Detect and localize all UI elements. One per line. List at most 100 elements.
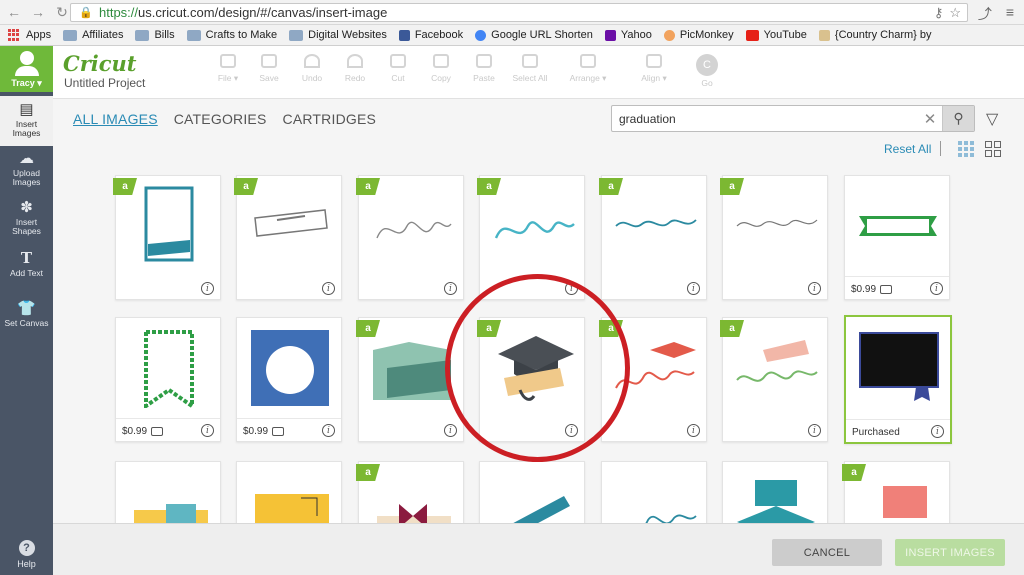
bookmark-affiliates[interactable]: Affiliates <box>63 29 123 41</box>
image-card[interactable]: a i <box>234 175 342 300</box>
sidebar-item-insert-shapes[interactable]: ✽ Insert Shapes <box>0 199 53 245</box>
image-card[interactable] <box>115 461 221 523</box>
bookmark-youtube[interactable]: YouTube <box>745 29 807 41</box>
info-icon[interactable]: i <box>444 424 457 437</box>
tab-all-images[interactable]: ALL IMAGES <box>73 111 158 127</box>
image-card[interactable] <box>479 461 585 523</box>
align-menu[interactable]: Align ▾ <box>631 54 677 84</box>
redo-button[interactable]: Redo <box>335 54 375 83</box>
info-icon[interactable]: i <box>687 282 700 295</box>
sidebar-item-set-canvas[interactable]: 👕 Set Canvas <box>0 300 53 340</box>
image-card[interactable]: a i <box>356 175 464 300</box>
insert-images-button[interactable]: INSERT IMAGES <box>895 539 1005 566</box>
large-grid-icon[interactable] <box>985 141 1001 157</box>
filter-icon[interactable]: ▽ <box>986 109 998 129</box>
info-icon[interactable]: i <box>565 282 578 295</box>
yahoo-icon <box>604 29 616 41</box>
cancel-button[interactable]: CANCEL <box>772 539 882 566</box>
tab-categories[interactable]: CATEGORIES <box>174 111 267 127</box>
image-card[interactable]: a <box>842 461 950 523</box>
price-label: $0.99 <box>243 426 285 437</box>
star-icon[interactable]: ☆ <box>949 5 961 21</box>
info-icon[interactable]: i <box>808 282 821 295</box>
clear-icon[interactable]: ✕ <box>918 110 942 128</box>
align-icon <box>646 54 662 68</box>
reset-all-link[interactable]: Reset All <box>884 142 931 156</box>
bookmark-digital[interactable]: Digital Websites <box>289 29 387 41</box>
copy-button[interactable]: Copy <box>421 54 461 83</box>
file-menu[interactable]: File ▾ <box>208 54 248 84</box>
search-button[interactable]: ⚲ <box>942 106 974 131</box>
info-icon[interactable]: i <box>565 424 578 437</box>
back-icon[interactable]: ← <box>4 2 24 22</box>
tab-cartridges[interactable]: CARTRIDGES <box>283 111 377 127</box>
bookmark-google[interactable]: Google URL Shorten <box>475 29 593 41</box>
did-it-banner-image <box>254 209 328 237</box>
image-card[interactable]: $0.99 i <box>115 317 221 442</box>
image-card[interactable]: a i <box>477 175 585 300</box>
image-card[interactable]: a i <box>599 175 707 300</box>
bookmark-apps[interactable]: Apps <box>8 28 51 42</box>
bookmark-yahoo[interactable]: Yahoo <box>604 29 652 41</box>
save-button[interactable]: Save <box>249 54 289 83</box>
bookmark-picmonkey[interactable]: PicMonkey <box>663 29 734 41</box>
info-icon[interactable]: i <box>931 425 944 438</box>
search-input[interactable]: graduation <box>619 112 918 126</box>
bookmark-crafts[interactable]: Crafts to Make <box>186 29 277 41</box>
bookmark-bills[interactable]: Bills <box>135 29 175 41</box>
undo-button[interactable]: Undo <box>292 54 332 83</box>
image-card[interactable]: a i <box>599 317 707 442</box>
small-grid-icon[interactable] <box>958 141 974 157</box>
graduate-script-teal-image <box>494 221 575 239</box>
paste-button[interactable]: Paste <box>464 54 504 83</box>
help-button[interactable]: ? Help <box>0 540 53 569</box>
sidebar-item-upload-images[interactable]: ☁ Upload Images <box>0 150 53 196</box>
image-card-purchased[interactable]: Purchased i <box>844 315 952 444</box>
paste-icon <box>476 54 492 68</box>
image-card[interactable] <box>722 461 828 523</box>
cut-button[interactable]: Cut <box>378 54 418 83</box>
congratulations-gray-image <box>736 219 818 227</box>
bookmark-country-charm[interactable]: {Country Charm} by <box>818 29 932 41</box>
key-icon[interactable]: ⚷ <box>934 5 944 21</box>
info-icon[interactable]: i <box>930 282 943 295</box>
extension-icon[interactable]: ⤴ <box>978 4 992 24</box>
info-icon[interactable]: i <box>808 424 821 437</box>
image-card[interactable]: a i <box>720 175 828 300</box>
yellow-card-image <box>255 494 329 523</box>
image-card[interactable]: a i <box>356 317 464 442</box>
select-all-button[interactable]: Select All <box>507 54 553 83</box>
image-card[interactable]: a i <box>720 317 828 442</box>
info-icon[interactable]: i <box>322 424 335 437</box>
image-card[interactable] <box>236 461 342 523</box>
info-icon[interactable]: i <box>201 424 214 437</box>
sidebar-item-add-text[interactable]: T Add Text <box>0 250 53 290</box>
copy-icon <box>433 54 449 68</box>
image-card[interactable]: a i <box>477 317 585 442</box>
user-menu[interactable]: Tracy ▾ <box>0 46 53 92</box>
menu-icon[interactable]: ≡ <box>1006 4 1014 24</box>
address-bar[interactable]: 🔒 https:// us.cricut.com/design/#/canvas… <box>70 3 968 22</box>
info-icon[interactable]: i <box>322 282 335 295</box>
info-icon[interactable]: i <box>444 282 457 295</box>
info-icon[interactable]: i <box>687 424 700 437</box>
image-card[interactable]: $0.99 i <box>844 175 950 300</box>
app-header: Cricut Untitled Project File ▾ Save Undo… <box>53 46 1024 99</box>
reload-icon[interactable]: ↻ <box>52 2 72 22</box>
go-button[interactable]: C Go <box>687 54 727 88</box>
printer-icon <box>880 285 893 294</box>
image-card[interactable] <box>601 461 707 523</box>
cricut-logo: Cricut <box>63 51 137 76</box>
info-icon[interactable]: i <box>201 282 214 295</box>
image-card[interactable]: $0.99 i <box>236 317 342 442</box>
image-tabs: ALL IMAGES CATEGORIES CARTRIDGES <box>73 111 376 127</box>
bookmark-facebook[interactable]: Facebook <box>398 29 463 41</box>
graduate-script-image <box>376 221 452 239</box>
sidebar-item-insert-images[interactable]: ▤ Insert Images <box>0 96 53 146</box>
image-card[interactable]: a <box>356 461 464 523</box>
scissors-icon <box>390 54 406 68</box>
forward-icon[interactable]: → <box>28 2 48 22</box>
arrange-menu[interactable]: Arrange ▾ <box>565 54 611 84</box>
printer-icon <box>151 427 164 436</box>
image-card[interactable]: a i <box>113 175 221 300</box>
